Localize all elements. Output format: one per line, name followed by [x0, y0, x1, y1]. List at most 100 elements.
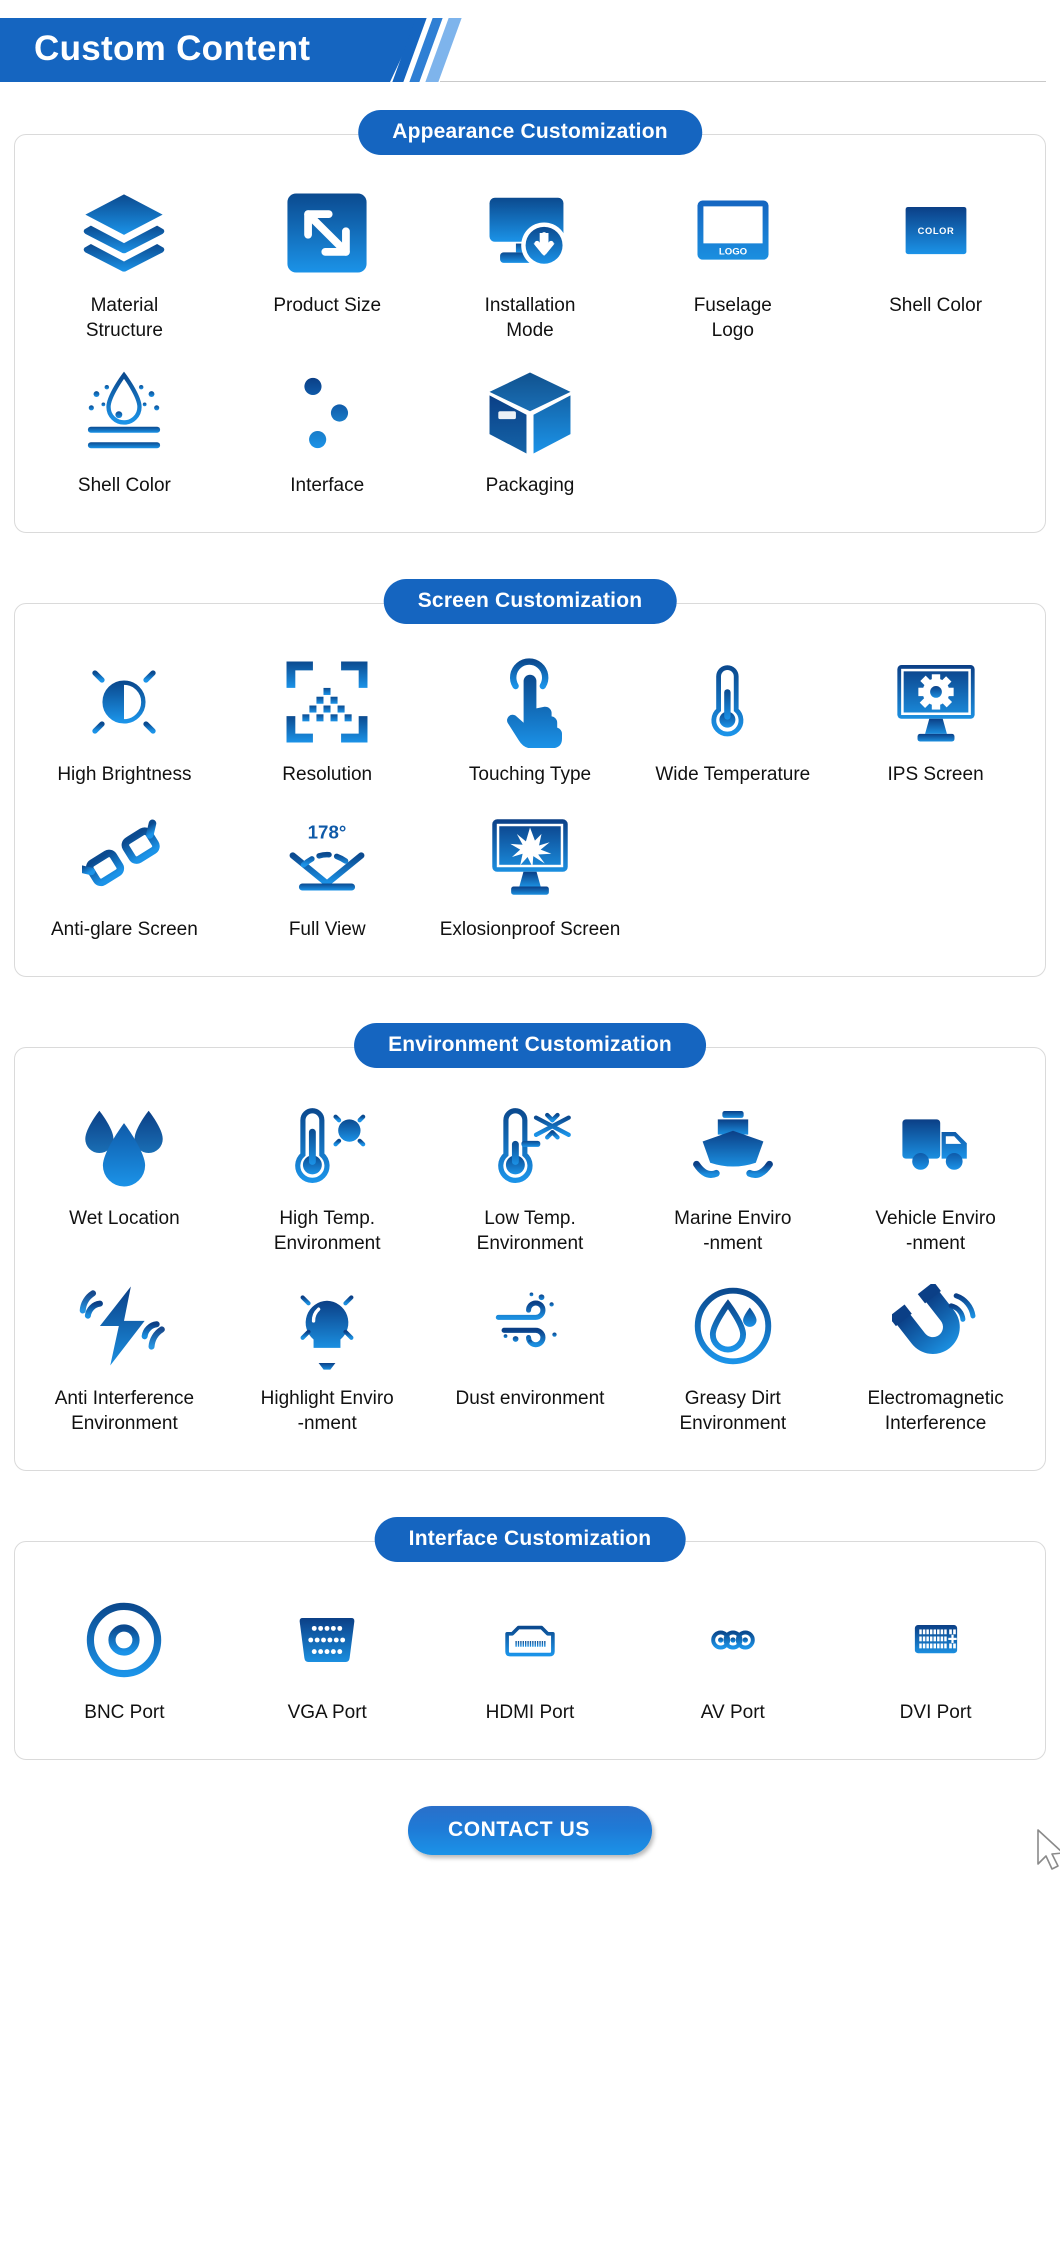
- feature-item[interactable]: Interface: [226, 361, 429, 498]
- feature-item[interactable]: Shell Color: [23, 361, 226, 498]
- dvi-port-icon: [887, 1588, 985, 1692]
- feature-label: Dust environment: [455, 1388, 605, 1409]
- feature-item[interactable]: Product Size: [226, 181, 429, 318]
- oil-drop-circle-icon: [691, 1274, 775, 1378]
- feature-row: BNC Port VGA Port HDMI Port AV Port DVI Port: [23, 1588, 1037, 1725]
- section-screen: Screen Customization High Brightness Resol…: [14, 579, 1046, 977]
- feature-item[interactable]: Marine Enviro -nment: [631, 1094, 834, 1256]
- svg-text:COLOR: COLOR: [917, 226, 954, 236]
- feature-label: Fuselage Logo: [693, 295, 772, 341]
- feature-label: Greasy Dirt Environment: [679, 1388, 787, 1434]
- feature-item[interactable]: Greasy Dirt Environment: [631, 1274, 834, 1436]
- section-appearance: Appearance Customization Material Structu…: [14, 110, 1046, 533]
- feature-item[interactable]: Packaging: [429, 361, 632, 498]
- feature-label: Material Structure: [85, 295, 163, 341]
- hdmi-port-icon: [483, 1588, 577, 1692]
- feature-item[interactable]: DVI Port: [834, 1588, 1037, 1725]
- viewing-angle-icon: 178°: [281, 805, 373, 909]
- feature-row: Anti-glare Screen 178° Full View Exlosionpr…: [23, 805, 1037, 942]
- section-interface: Interface Customization BNC Port VGA Port H…: [14, 1517, 1046, 1760]
- feature-item[interactable]: HDMI Port: [429, 1588, 632, 1725]
- feature-item[interactable]: Anti Interference Environment: [23, 1274, 226, 1436]
- feature-label: AV Port: [700, 1702, 765, 1723]
- thermometer-snowflake-icon: [484, 1094, 576, 1198]
- resize-arrow-icon: [284, 181, 370, 285]
- feature-item[interactable]: Exlosionproof Screen: [429, 805, 632, 942]
- feature-item[interactable]: BNC Port: [23, 1588, 226, 1725]
- explosionproof-monitor-icon: [485, 805, 575, 909]
- feature-item[interactable]: Material Structure: [23, 181, 226, 343]
- feature-label: Interface: [290, 475, 365, 496]
- feature-label: Resolution: [282, 764, 373, 785]
- feature-item[interactable]: 178° Full View: [226, 805, 429, 942]
- feature-row: Anti Interference Environment Highlight E…: [23, 1274, 1037, 1436]
- resolution-frame-icon: [283, 650, 371, 754]
- color-swatch-icon: COLOR: [888, 181, 984, 285]
- feature-item[interactable]: VGA Port: [226, 1588, 429, 1725]
- section-title-appearance: Appearance Customization: [358, 110, 702, 155]
- svg-text:178°: 178°: [308, 821, 347, 842]
- truck-icon: [889, 1094, 983, 1198]
- bnc-port-icon: [84, 1588, 164, 1692]
- feature-item[interactable]: High Temp. Environment: [226, 1094, 429, 1256]
- cursor-arrow-icon: [1037, 1829, 1060, 1870]
- brightness-sun-icon: [80, 650, 168, 754]
- feature-item[interactable]: Low Temp. Environment: [429, 1094, 632, 1256]
- feature-label: Wide Temperature: [655, 764, 811, 785]
- feature-item[interactable]: AV Port: [631, 1588, 834, 1725]
- feature-label: Shell Color: [889, 295, 983, 316]
- section-panel-screen: High Brightness Resolution Touching Type Wi…: [14, 603, 1046, 977]
- feature-item[interactable]: Wet Location: [23, 1094, 226, 1231]
- feature-label: Low Temp. Environment: [476, 1208, 584, 1254]
- feature-item[interactable]: Highlight Enviro -nment: [226, 1274, 429, 1436]
- feature-label: Exlosionproof Screen: [439, 919, 621, 940]
- av-port-icon: [685, 1588, 781, 1692]
- wind-dust-icon: [482, 1274, 578, 1378]
- feature-row: Wet Location High Temp. Environment Low Te…: [23, 1094, 1037, 1256]
- feature-label: DVI Port: [899, 1702, 972, 1723]
- svg-text:LOGO: LOGO: [719, 246, 748, 257]
- feature-label: Full View: [288, 919, 366, 940]
- contact-us-button[interactable]: CONTACT US: [407, 1806, 653, 1855]
- feature-label: Packaging: [485, 475, 575, 496]
- water-drops-icon: [78, 1094, 170, 1198]
- feature-label: Installation Mode: [484, 295, 576, 341]
- custom-content-page: Custom Content Appearance Customization M…: [0, 0, 1060, 1885]
- section-title-screen: Screen Customization: [383, 579, 677, 624]
- feature-label: IPS Screen: [887, 764, 984, 785]
- feature-item[interactable]: LOGO Fuselage Logo: [631, 181, 834, 343]
- vga-port-icon: [281, 1588, 373, 1692]
- feature-label: High Temp. Environment: [273, 1208, 381, 1254]
- feature-item[interactable]: Vehicle Enviro -nment: [834, 1094, 1037, 1256]
- page-header: Custom Content: [0, 0, 1060, 96]
- feature-row: Shell Color Interface Packaging: [23, 361, 1037, 498]
- section-environment: Environment Customization Wet Location Hig…: [14, 1023, 1046, 1471]
- magnet-waves-icon: [891, 1274, 980, 1378]
- feature-item[interactable]: Installation Mode: [429, 181, 632, 343]
- feature-item[interactable]: IPS Screen: [834, 650, 1037, 787]
- section-title-environment: Environment Customization: [354, 1023, 706, 1068]
- feature-item[interactable]: COLOR Shell Color: [834, 181, 1037, 318]
- feature-label: Touching Type: [468, 764, 592, 785]
- feature-item[interactable]: Touching Type: [429, 650, 632, 787]
- feature-item[interactable]: Dust environment: [429, 1274, 632, 1411]
- feature-label: Electromagnetic Interference: [867, 1388, 1004, 1434]
- contact-section: CONTACT US: [0, 1806, 1060, 1870]
- section-panel-interface: BNC Port VGA Port HDMI Port AV Port DVI Port: [14, 1541, 1046, 1760]
- feature-item[interactable]: Anti-glare Screen: [23, 805, 226, 942]
- feature-item[interactable]: High Brightness: [23, 650, 226, 787]
- feature-item[interactable]: Electromagnetic Interference: [834, 1274, 1037, 1436]
- feature-label: High Brightness: [57, 764, 192, 785]
- thermometer-sun-icon: [281, 1094, 373, 1198]
- feature-label: Anti Interference Environment: [54, 1388, 195, 1434]
- feature-label: HDMI Port: [485, 1702, 575, 1723]
- monitor-gear-icon: [890, 650, 982, 754]
- feature-label: Vehicle Enviro -nment: [875, 1208, 996, 1254]
- feature-row: High Brightness Resolution Touching Type Wi…: [23, 650, 1037, 787]
- section-title-interface: Interface Customization: [374, 1517, 686, 1562]
- feature-item[interactable]: Wide Temperature: [631, 650, 834, 787]
- feature-label: Highlight Enviro -nment: [260, 1388, 394, 1434]
- glasses-icon: [82, 805, 166, 909]
- monitor-logo-icon: LOGO: [686, 181, 780, 285]
- feature-item[interactable]: Resolution: [226, 650, 429, 787]
